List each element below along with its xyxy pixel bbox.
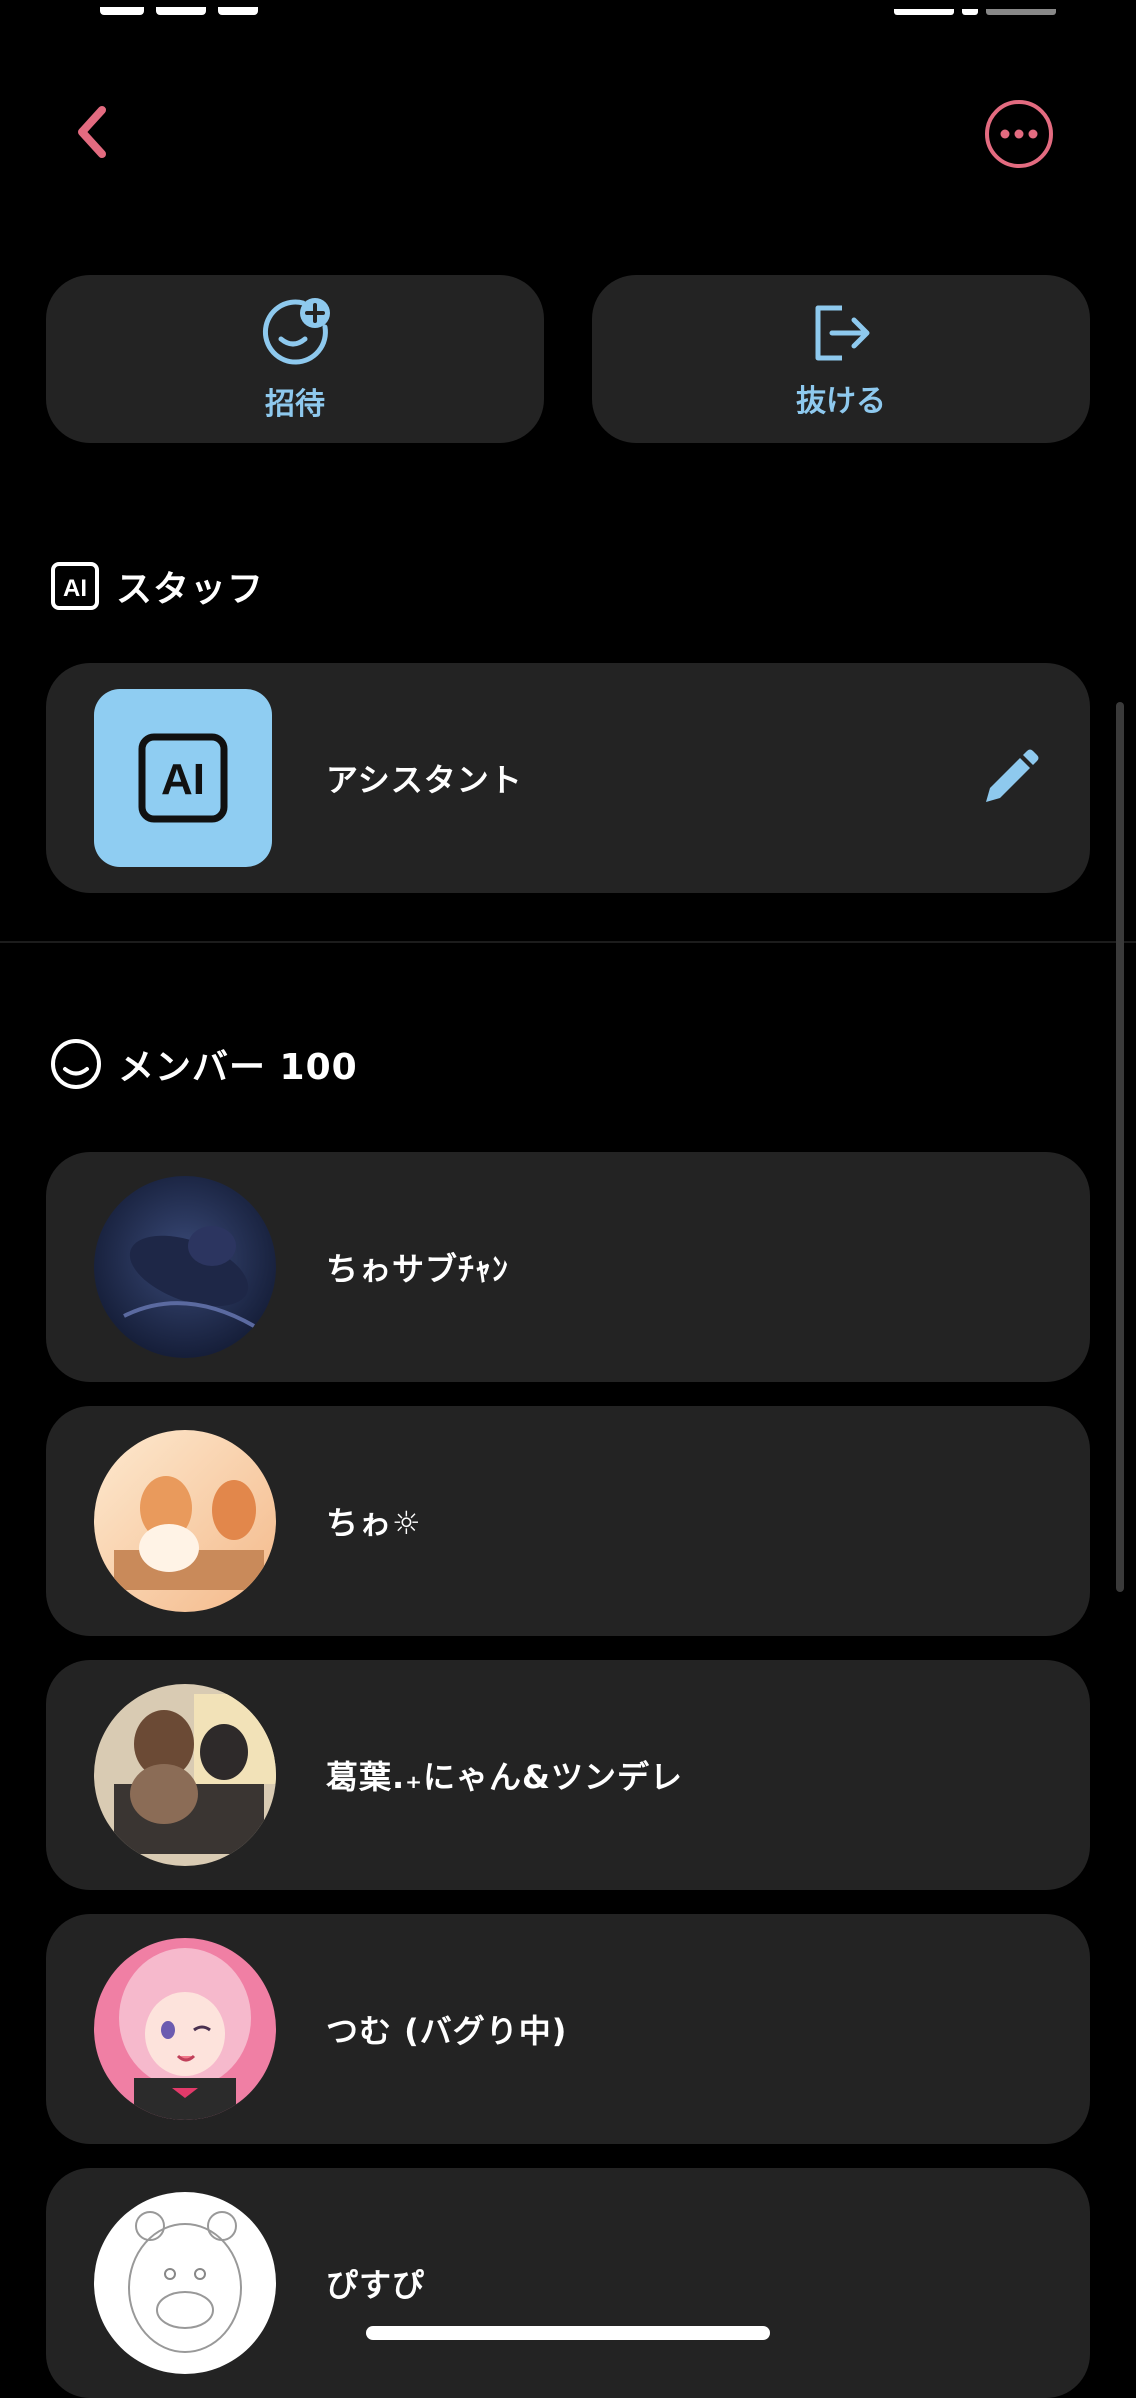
assistant-avatar: AI [94,689,272,867]
member-row[interactable]: ちゎサブﾁｬﾝ [46,1152,1090,1382]
leave-button[interactable]: 抜ける [592,275,1090,443]
add-smile-icon [262,298,330,365]
member-name: ちゎサブﾁｬﾝ [326,1250,510,1288]
staff-name: アシスタント [326,761,523,799]
invite-label: 招待 [265,387,325,422]
members-section-title: メンバー 100 [118,1047,358,1088]
member-row[interactable]: つむ (バグり中) [46,1914,1090,2144]
member-name: つむ (バグり中) [326,2012,568,2050]
staff-section-header: AI スタッフ [50,560,264,612]
invite-button[interactable]: 招待 [46,275,544,443]
member-avatar [94,1684,276,1866]
scrollbar[interactable] [1116,702,1124,1592]
member-row[interactable]: 葛葉.₊にゃん&ツンデレ [46,1660,1090,1890]
member-avatar [94,2192,276,2374]
smile-outline-icon [51,1039,101,1089]
svg-text:AI: AI [161,755,205,804]
ai-badge-icon: AI [138,733,228,823]
ai-badge-icon: AI [51,562,99,610]
leave-label: 抜ける [796,384,886,419]
member-name: ちゎ☼ [326,1504,422,1542]
member-avatar [94,1430,276,1612]
chevron-left-icon [78,106,106,158]
member-row[interactable]: ちゎ☼ [46,1406,1090,1636]
member-avatar [94,1176,276,1358]
members-section-header: メンバー 100 [50,1038,358,1090]
edit-staff-button[interactable] [980,748,1040,808]
member-name: 葛葉.₊にゃん&ツンデレ [326,1758,683,1796]
staff-row-assistant[interactable]: AI アシスタント [46,663,1090,893]
home-indicator[interactable] [366,2326,770,2340]
status-bar-indicators [886,0,1066,15]
section-divider [0,941,1136,943]
pencil-icon [986,749,1039,802]
svg-text:AI: AI [63,575,87,602]
staff-section-title: スタッフ [116,569,265,610]
more-horizontal-circle-icon [985,100,1053,168]
exit-icon [815,305,870,361]
member-avatar [94,1938,276,2120]
status-bar-time [100,0,300,15]
back-button[interactable] [60,100,124,164]
more-options-button[interactable] [984,99,1054,169]
